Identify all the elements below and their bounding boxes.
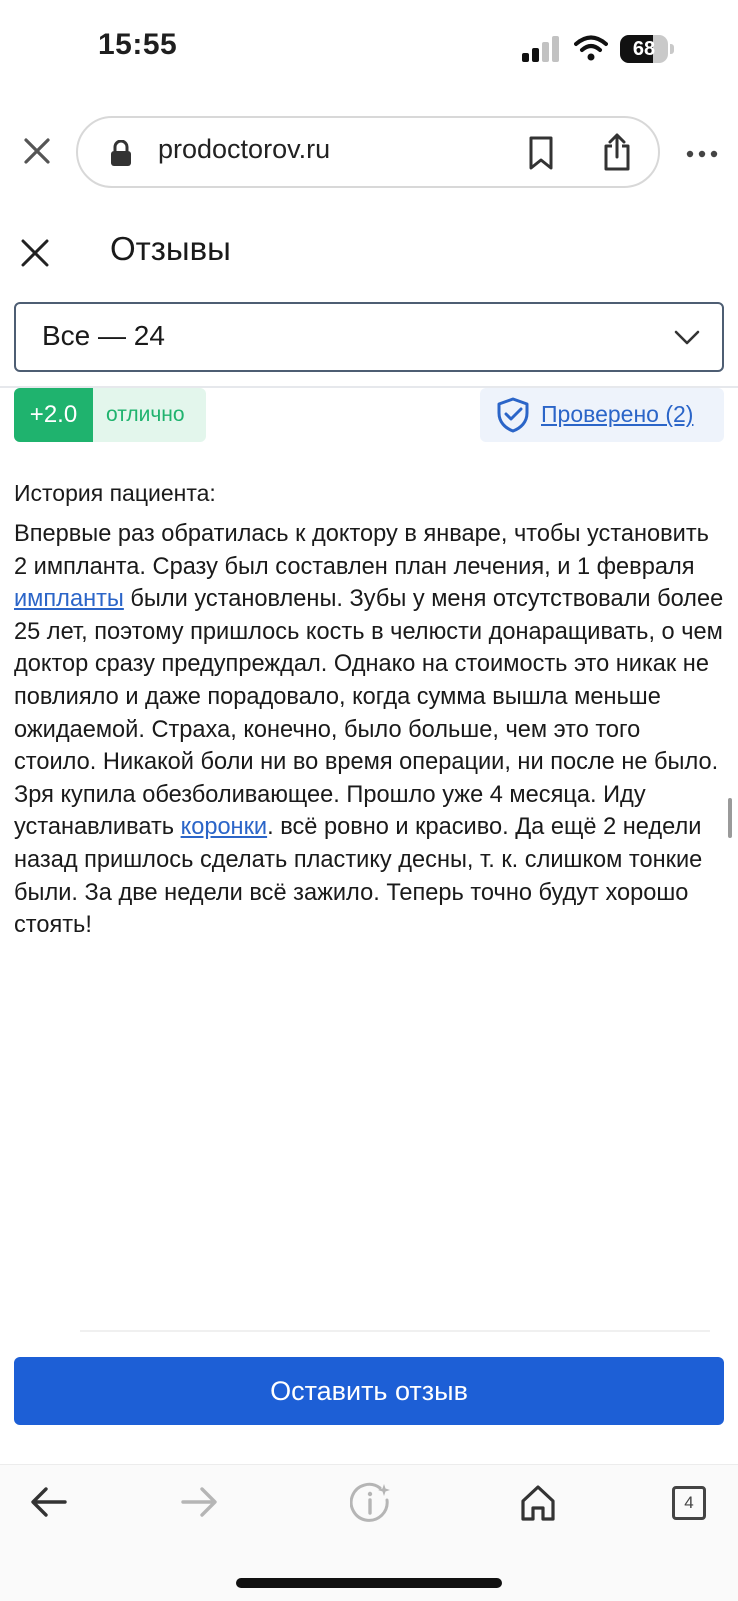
reviews-close-icon[interactable] <box>20 238 50 268</box>
bookmark-icon[interactable] <box>528 136 554 170</box>
filter-selected-value: Все — 24 <box>42 320 165 351</box>
battery-level: 68 <box>632 38 656 60</box>
close-icon[interactable] <box>22 136 52 166</box>
review-section-label: История пациента: <box>14 480 216 506</box>
shield-check-icon <box>497 397 529 433</box>
review-text: Впервые раз обратилась к доктору в январ… <box>14 518 728 942</box>
info-sparkle-icon[interactable] <box>350 1482 392 1524</box>
battery-icon: 68 <box>620 35 676 63</box>
status-time: 15:55 <box>98 28 178 61</box>
implants-link[interactable]: импланты <box>14 586 124 612</box>
verified-link[interactable]: Проверено (2) <box>541 401 693 428</box>
wifi-icon <box>574 35 608 61</box>
rating-label: отлично <box>106 403 185 426</box>
review-text-part: были установлены. Зубы у меня отсутствов… <box>14 586 724 841</box>
chevron-down-icon <box>674 330 700 345</box>
lock-icon <box>111 140 131 166</box>
divider <box>80 1330 710 1332</box>
leave-review-button[interactable]: Оставить отзыв <box>14 1357 724 1425</box>
forward-arrow-icon[interactable] <box>180 1486 218 1518</box>
tabs-icon[interactable]: 4 <box>672 1486 706 1520</box>
home-indicator[interactable] <box>236 1578 502 1588</box>
rating-score: +2.0 <box>14 388 93 442</box>
crowns-link[interactable]: коронки <box>181 814 267 840</box>
home-icon[interactable] <box>520 1484 556 1522</box>
page-title: Отзывы <box>110 230 231 267</box>
back-arrow-icon[interactable] <box>30 1486 68 1518</box>
scrollbar[interactable] <box>728 798 732 838</box>
signal-icon <box>522 36 559 62</box>
url-text[interactable]: prodoctorov.ru <box>158 134 330 165</box>
share-icon[interactable] <box>602 132 632 172</box>
rating-badge: +2.0 отлично <box>14 388 206 442</box>
review-text-part: Впервые раз обратилась к доктору в январ… <box>14 521 709 580</box>
more-icon[interactable] <box>686 150 718 158</box>
